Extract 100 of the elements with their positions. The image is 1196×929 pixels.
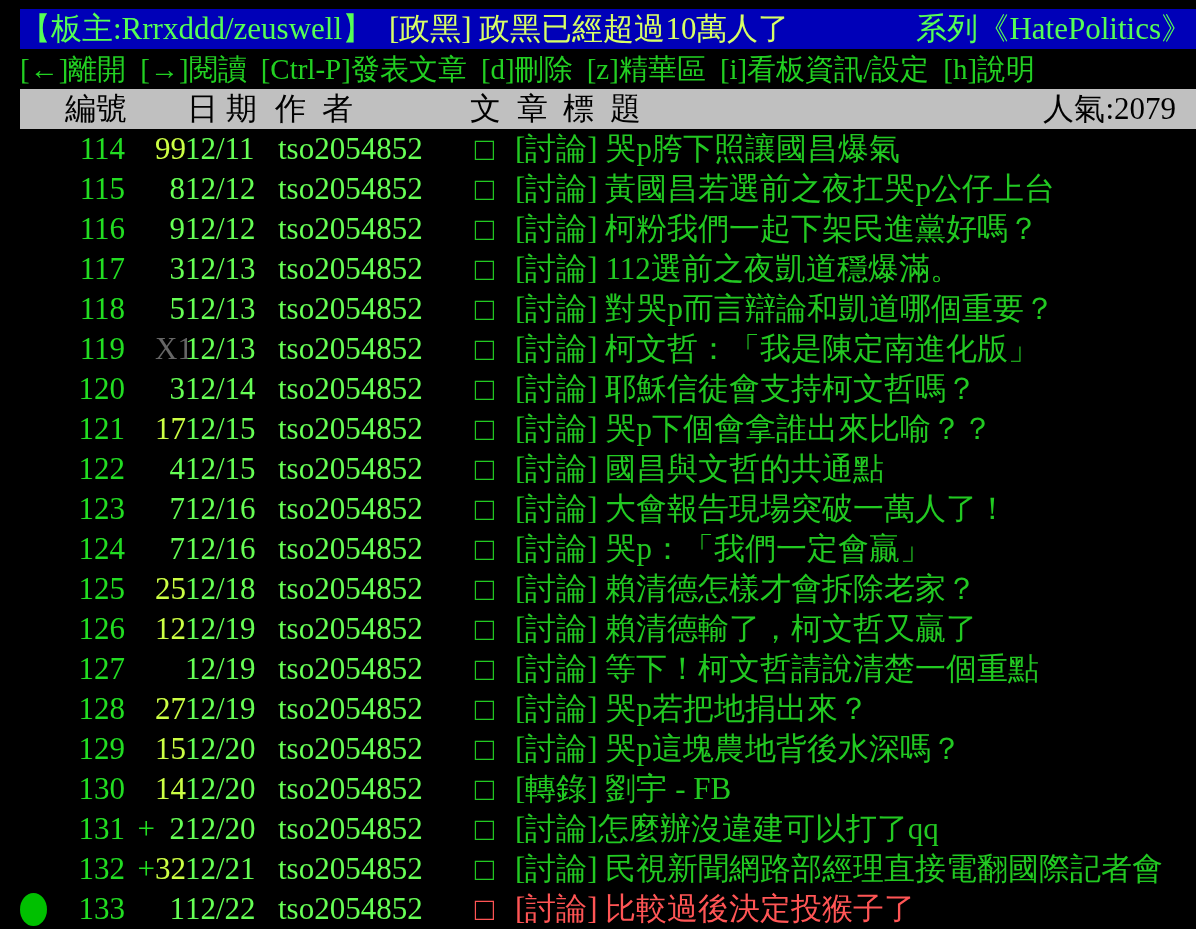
board-title: [政黑] 政黑已經超過10萬人了 — [389, 10, 790, 48]
post-title[interactable]: [討論] 等下！柯文哲請說清楚一個重點 — [515, 649, 1040, 689]
post-title[interactable]: [討論] 民視新聞網路部經理直接電翻國際記者會 — [515, 849, 1164, 889]
post-title[interactable]: [轉錄] 劉宇 - FB — [515, 769, 732, 809]
author-id: tso2054852 — [278, 490, 424, 528]
post-title[interactable]: [討論] 哭p胯下照讓國昌爆氣 — [515, 129, 900, 169]
article-number: 127 — [77, 650, 125, 688]
post-title[interactable]: [討論] 耶穌信徒會支持柯文哲嗎？ — [515, 369, 978, 409]
push-count: 7 — [169, 491, 185, 526]
post-title[interactable]: [討論] 哭p下個會拿誰出來比喻？？ — [515, 409, 993, 449]
push-count: 1 — [169, 891, 185, 926]
unread-mark: + — [137, 811, 155, 846]
post-type-mark: □ — [473, 652, 496, 686]
push-count: 5 — [169, 291, 185, 326]
post-type-mark: □ — [473, 172, 496, 206]
post-title[interactable]: [討論] 哭p：「我們一定會贏」 — [515, 529, 931, 569]
post-type-mark: □ — [473, 892, 496, 926]
post-type-mark: □ — [473, 132, 496, 166]
post-date: 12/19 — [185, 650, 257, 688]
push-count: 15 — [155, 731, 186, 766]
post-date: 12/16 — [185, 530, 257, 568]
post-date: 12/13 — [185, 250, 257, 288]
author-id: tso2054852 — [278, 610, 424, 648]
post-date: 12/20 — [185, 810, 257, 848]
push-count: 7 — [169, 531, 185, 566]
key-hint: [h]說明 — [943, 52, 1036, 87]
post-type-mark: □ — [473, 852, 496, 886]
post-type-mark: □ — [473, 612, 496, 646]
post-type-mark: □ — [473, 532, 496, 566]
key-hint: [i]看板資訊/設定 — [719, 52, 930, 87]
post-title[interactable]: [討論] 國昌與文哲的共通點 — [515, 449, 885, 489]
push-count: 9 — [169, 211, 185, 246]
author-id: tso2054852 — [278, 290, 424, 328]
article-number: 115 — [78, 170, 125, 208]
post-title[interactable]: [討論] 賴清德輸了，柯文哲又贏了 — [515, 609, 978, 649]
post-date: 12/22 — [185, 890, 257, 928]
post-title[interactable]: [討論] 柯粉我們一起下架民進黨好嗎？ — [515, 209, 1040, 249]
article-number: 129 — [77, 730, 125, 768]
post-type-mark: □ — [473, 372, 496, 406]
author-id: tso2054852 — [278, 850, 424, 888]
post-type-mark: □ — [473, 572, 496, 606]
post-date: 12/21 — [185, 850, 257, 888]
push-count: 99 — [155, 131, 186, 166]
post-type-mark: □ — [473, 212, 496, 246]
post-title[interactable]: [討論] 比較過後決定投猴子了 — [515, 889, 916, 929]
push-count: 4 — [169, 451, 185, 486]
post-type-mark: □ — [473, 332, 496, 366]
article-number: 123 — [77, 490, 125, 528]
post-date: 12/20 — [185, 730, 257, 768]
post-title[interactable]: [討論] 對哭p而言辯論和凱道哪個重要？ — [515, 289, 1055, 329]
push-count: 3 — [169, 251, 185, 286]
author-id: tso2054852 — [278, 810, 424, 848]
push-count: 14 — [155, 771, 186, 806]
key-hint: [z]精華區 — [586, 52, 706, 87]
author-id: tso2054852 — [278, 690, 424, 728]
popularity-label: 人氣:2079 — [1043, 90, 1176, 128]
column-header: 作 者 — [275, 90, 354, 128]
post-title[interactable]: [討論] 黃國昌若選前之夜扛哭p公仔上台 — [515, 169, 1055, 209]
post-title[interactable]: [討論] 大會報告現場突破一萬人了！ — [515, 489, 1009, 529]
author-id: tso2054852 — [278, 170, 424, 208]
author-id: tso2054852 — [278, 650, 424, 688]
post-date: 12/20 — [185, 770, 257, 808]
push-count: 27 — [155, 691, 186, 726]
post-title[interactable]: [討論] 哭p這塊農地背後水深嗎？ — [515, 729, 962, 769]
article-number: 124 — [77, 530, 125, 568]
article-number: 133 — [77, 890, 125, 928]
post-date: 12/12 — [185, 170, 257, 208]
post-title[interactable]: [討論] 112選前之夜凱道穩爆滿。 — [515, 249, 961, 289]
author-id: tso2054852 — [278, 370, 424, 408]
push-count: 25 — [155, 571, 186, 606]
post-date: 12/19 — [185, 610, 257, 648]
post-title[interactable]: [討論] 哭p若把地捐出來？ — [515, 689, 869, 729]
push-count: 3 — [169, 371, 185, 406]
column-header: 日 期 — [187, 90, 258, 128]
post-date: 12/15 — [185, 450, 257, 488]
unread-mark: + — [137, 851, 155, 886]
push-count: 17 — [155, 411, 186, 446]
post-date: 12/12 — [185, 210, 257, 248]
key-hint: [←]離開 — [20, 52, 127, 87]
author-id: tso2054852 — [278, 250, 424, 288]
post-date: 12/15 — [185, 410, 257, 448]
push-count: 32 — [155, 851, 186, 886]
moderators-label: 【板主:Rrrxddd/zeuswell】 — [20, 10, 373, 48]
article-number: 125 — [77, 570, 125, 608]
author-id: tso2054852 — [278, 890, 424, 928]
author-id: tso2054852 — [278, 210, 424, 248]
series-label: 系列《HatePolitics》 — [916, 10, 1192, 48]
author-id: tso2054852 — [278, 450, 424, 488]
post-title[interactable]: [討論] 賴清德怎樣才會拆除老家？ — [515, 569, 978, 609]
post-type-mark: □ — [473, 772, 496, 806]
article-number: 131 — [77, 810, 125, 848]
article-number: 121 — [77, 410, 125, 448]
article-number: 130 — [77, 770, 125, 808]
author-id: tso2054852 — [278, 770, 424, 808]
post-title[interactable]: [討論] 柯文哲：「我是陳定南進化版」 — [515, 329, 1040, 369]
author-id: tso2054852 — [278, 130, 424, 168]
post-date: 12/13 — [185, 290, 257, 328]
post-date: 12/14 — [185, 370, 257, 408]
post-title[interactable]: [討論]怎麼辦沒違建可以打了qq — [515, 809, 939, 849]
key-hint: [d]刪除 — [480, 52, 573, 87]
